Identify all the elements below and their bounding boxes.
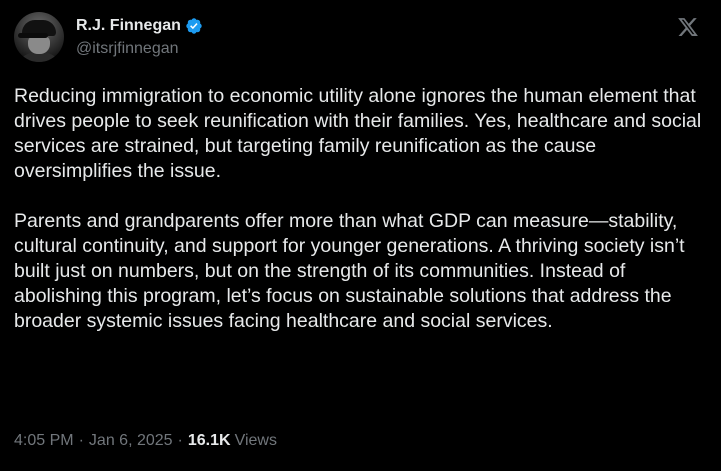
tweet-paragraph: Reducing immigration to economic utility… — [14, 85, 702, 182]
tweet-time[interactable]: 4:05 PM — [14, 432, 74, 450]
views-label: Views — [234, 432, 277, 449]
meta-separator: · — [78, 432, 84, 449]
tweet-date[interactable]: Jan 6, 2025 — [89, 432, 173, 450]
meta-separator: · — [177, 432, 183, 449]
avatar[interactable] — [14, 12, 64, 62]
author-display-name[interactable]: R.J. Finnegan — [76, 17, 181, 35]
author-info: R.J. Finnegan @itsrjfinnegan — [76, 15, 203, 58]
tweet-card: R.J. Finnegan @itsrjfinnegan Reducing im… — [0, 0, 721, 471]
x-logo-icon[interactable] — [677, 16, 699, 38]
tweet-header: R.J. Finnegan @itsrjfinnegan — [14, 12, 707, 64]
tweet-body: Reducing immigration to economic utility… — [14, 84, 714, 359]
views-count: 16.1K — [187, 432, 231, 449]
tweet-meta: 4:05 PM · Jan 6, 2025 · 16.1K Views — [14, 432, 277, 450]
author-handle[interactable]: @itsrjfinnegan — [76, 40, 203, 58]
tweet-paragraph: Parents and grandparents offer more than… — [14, 210, 685, 332]
verified-badge-icon — [186, 18, 202, 34]
